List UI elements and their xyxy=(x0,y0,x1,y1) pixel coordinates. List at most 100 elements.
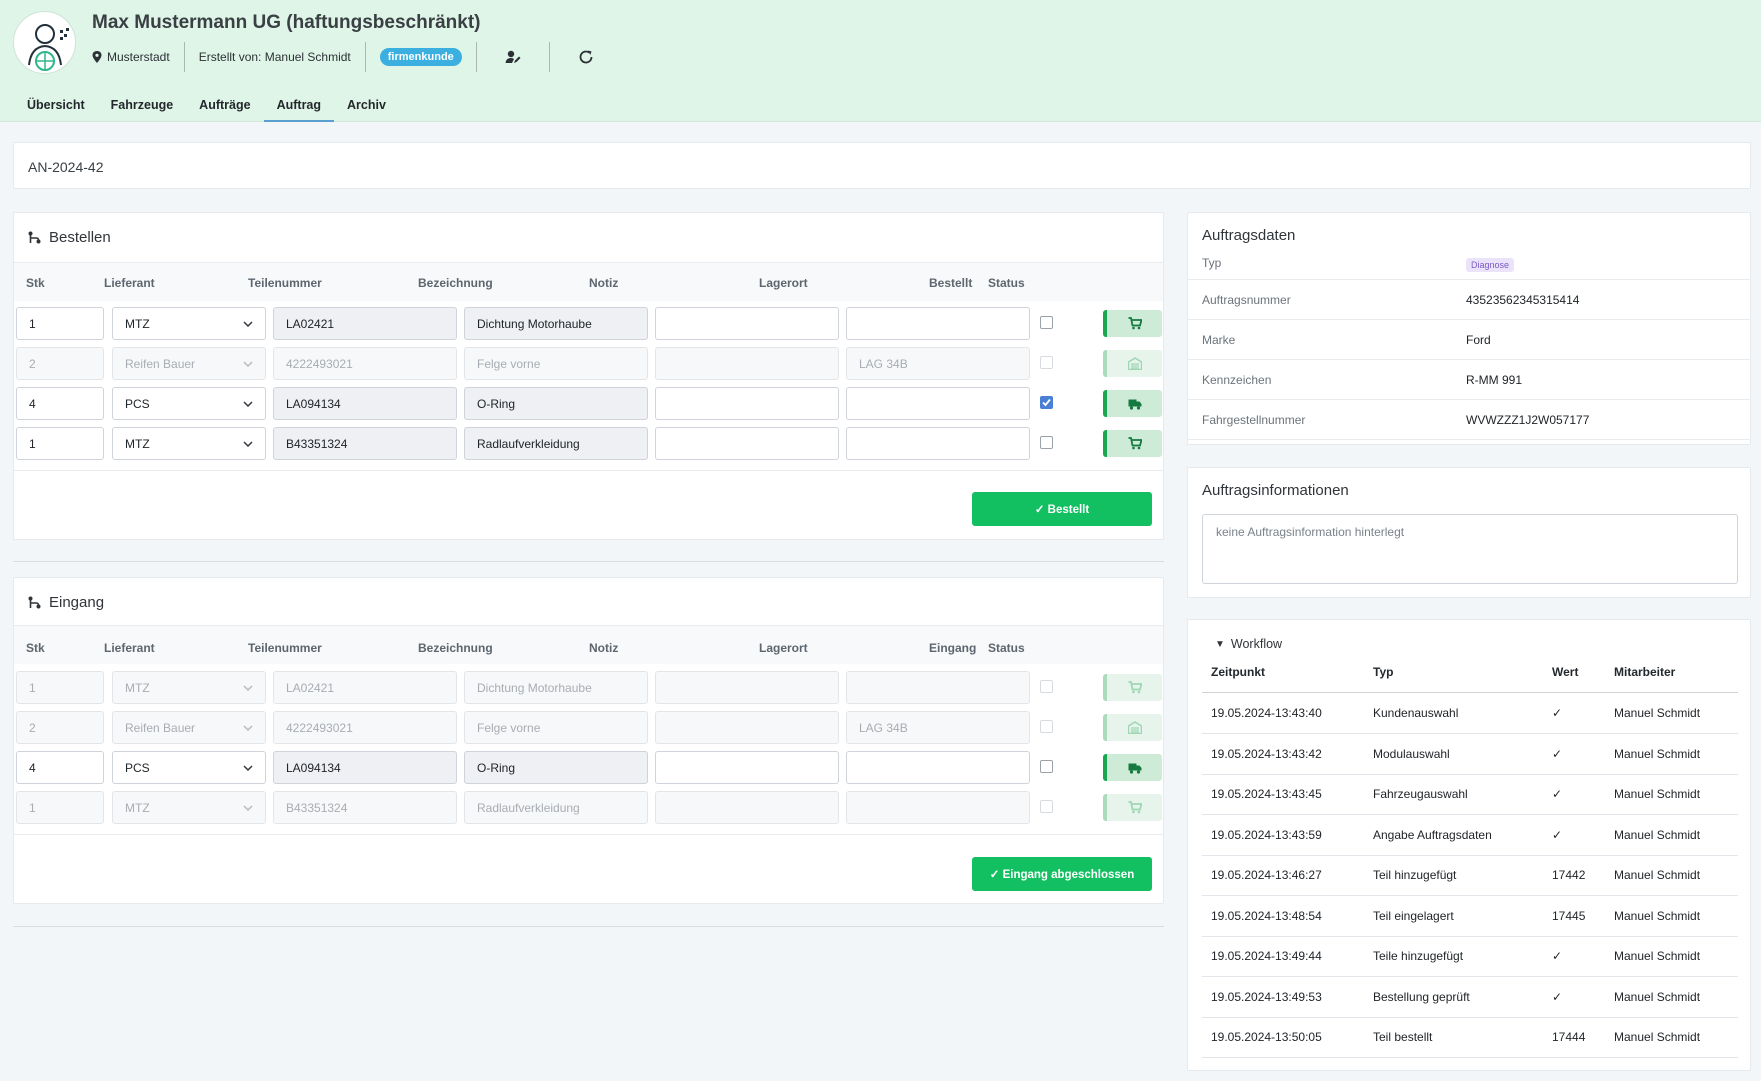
refresh xyxy=(550,42,622,72)
part-number-field: LA094134 xyxy=(273,387,457,420)
quantity-input[interactable]: 1 xyxy=(16,307,104,340)
note-input xyxy=(655,711,839,744)
supplier-select[interactable]: PCS xyxy=(112,751,266,784)
note-input[interactable] xyxy=(655,307,839,340)
storage-location-input[interactable] xyxy=(846,307,1030,340)
warehouse-icon xyxy=(1127,357,1142,370)
supplier-select: MTZ xyxy=(112,671,266,704)
user-edit-icon xyxy=(505,50,521,63)
part-number-field: 4222493021 xyxy=(273,347,457,380)
workflow-col-typ: Typ xyxy=(1373,665,1394,679)
bestellen-title-text: Bestellen xyxy=(49,229,111,246)
eingang-checkbox[interactable] xyxy=(1040,760,1053,773)
workflow-type: Bestellung geprüft xyxy=(1373,989,1470,1004)
workflow-value: ✓ xyxy=(1552,746,1563,761)
supplier-select[interactable]: PCS xyxy=(112,387,266,420)
customer-type: firmenkunde xyxy=(366,42,477,72)
workflow-type: Teile hinzugefügt xyxy=(1373,949,1464,963)
cart-icon xyxy=(1128,317,1142,330)
tab-archiv[interactable]: Archiv xyxy=(334,94,399,122)
location-text: Musterstadt xyxy=(107,50,170,64)
status-indicator xyxy=(1103,674,1162,701)
workflow-value: 17442 xyxy=(1552,868,1586,882)
eingang-col-7: Status xyxy=(988,641,1025,655)
refresh-button[interactable] xyxy=(576,47,596,67)
status-indicator xyxy=(1103,754,1162,781)
tab-auftraege[interactable]: Aufträge xyxy=(186,94,263,122)
truck-icon xyxy=(1128,763,1141,774)
order-data-value: 43523562345315414 xyxy=(1466,293,1580,307)
workflow-type: Teil bestellt xyxy=(1373,1030,1433,1044)
bestellt-checkbox xyxy=(1040,356,1053,369)
part-number-field: B43351324 xyxy=(273,427,457,460)
description-field: Radlaufverkleidung xyxy=(464,791,648,824)
tab-fahrzeuge[interactable]: Fahrzeuge xyxy=(98,94,187,122)
workflow-time: 19.05.2024-13:48:54 xyxy=(1211,908,1322,923)
storage-location-input xyxy=(846,671,1030,704)
workflow-user: Manuel Schmidt xyxy=(1614,949,1701,963)
storage-location-input[interactable] xyxy=(846,387,1030,420)
edit-user-button[interactable] xyxy=(503,47,523,67)
route-icon xyxy=(28,231,41,244)
workflow-user: Manuel Schmidt xyxy=(1614,827,1701,842)
auftragsinfo-title: Auftragsinformationen xyxy=(1202,482,1349,499)
workflow-time: 19.05.2024-13:49:44 xyxy=(1211,949,1322,963)
note-input[interactable] xyxy=(655,751,839,784)
supplier-select[interactable]: MTZ xyxy=(112,427,266,460)
note-input xyxy=(655,347,839,380)
description-field: Dichtung Motorhaube xyxy=(464,307,648,340)
bestellt-checkbox[interactable] xyxy=(1040,396,1053,409)
mechanic-avatar-icon xyxy=(27,23,69,71)
workflow-time: 19.05.2024-13:46:27 xyxy=(1211,868,1322,882)
workflow-summary[interactable]: ▼ Workflow xyxy=(1215,637,1282,651)
eingang-title-text: Eingang xyxy=(49,594,105,611)
description-field: O-Ring xyxy=(464,387,648,420)
note-input[interactable] xyxy=(655,387,839,420)
status-indicator xyxy=(1103,794,1162,821)
storage-location-input[interactable] xyxy=(846,427,1030,460)
supplier-value: PCS xyxy=(125,396,150,411)
storage-location-input[interactable] xyxy=(846,751,1030,784)
bestellt-checkbox[interactable] xyxy=(1040,436,1053,449)
workflow-user: Manuel Schmidt xyxy=(1614,787,1701,801)
customer-header: Max Mustermann UG (haftungsbeschränkt) M… xyxy=(0,0,1761,122)
note-input[interactable] xyxy=(655,427,839,460)
chevron-down-icon xyxy=(243,764,253,771)
workflow-type: Kundenauswahl xyxy=(1373,706,1459,720)
customer-tabs: Übersicht Fahrzeuge Aufträge Auftrag Arc… xyxy=(14,94,399,122)
auftragsinfo-textarea[interactable]: keine Auftragsinformation hinterlegt xyxy=(1202,514,1738,584)
customer-type-badge: firmenkunde xyxy=(379,48,462,66)
order-data-label: Fahrgestellnummer xyxy=(1202,413,1306,427)
bestellt-checkbox[interactable] xyxy=(1040,316,1053,329)
workflow-user: Manuel Schmidt xyxy=(1614,989,1701,1004)
chevron-down-icon xyxy=(243,360,253,367)
quantity-input: 2 xyxy=(16,711,104,744)
eingang-abgeschlossen-button[interactable]: ✓ Eingang abgeschlossen xyxy=(972,857,1152,891)
quantity-input: 2 xyxy=(16,347,104,380)
tab-auftrag[interactable]: Auftrag xyxy=(263,94,335,122)
bestellt-button[interactable]: ✓ Bestellt xyxy=(972,492,1152,526)
eingang-col-4: Notiz xyxy=(589,641,619,655)
bestellen-col-1: Lieferant xyxy=(104,276,155,290)
supplier-value: Reifen Bauer xyxy=(125,356,196,371)
map-pin-icon xyxy=(92,51,102,63)
workflow-user: Manuel Schmidt xyxy=(1614,706,1701,720)
supplier-select[interactable]: MTZ xyxy=(112,307,266,340)
supplier-select: MTZ xyxy=(112,791,266,824)
tab-uebersicht[interactable]: Übersicht xyxy=(14,94,98,122)
quantity-input[interactable]: 4 xyxy=(16,751,104,784)
chevron-down-icon xyxy=(243,804,253,811)
workflow-time: 19.05.2024-13:49:53 xyxy=(1211,989,1322,1004)
part-number-field: B43351324 xyxy=(273,791,457,824)
order-number: AN-2024-42 xyxy=(28,159,104,175)
workflow-value: ✓ xyxy=(1552,706,1563,720)
workflow-type: Fahrzeugauswahl xyxy=(1373,787,1468,801)
quantity-input[interactable]: 1 xyxy=(16,427,104,460)
eingang-col-5: Lagerort xyxy=(759,641,808,655)
description-field: Radlaufverkleidung xyxy=(464,427,648,460)
status-indicator xyxy=(1103,350,1162,377)
supplier-value: MTZ xyxy=(125,436,150,451)
quantity-input[interactable]: 4 xyxy=(16,387,104,420)
bestellen-col-7: Status xyxy=(988,276,1025,290)
order-data-label: Kennzeichen xyxy=(1202,373,1272,387)
